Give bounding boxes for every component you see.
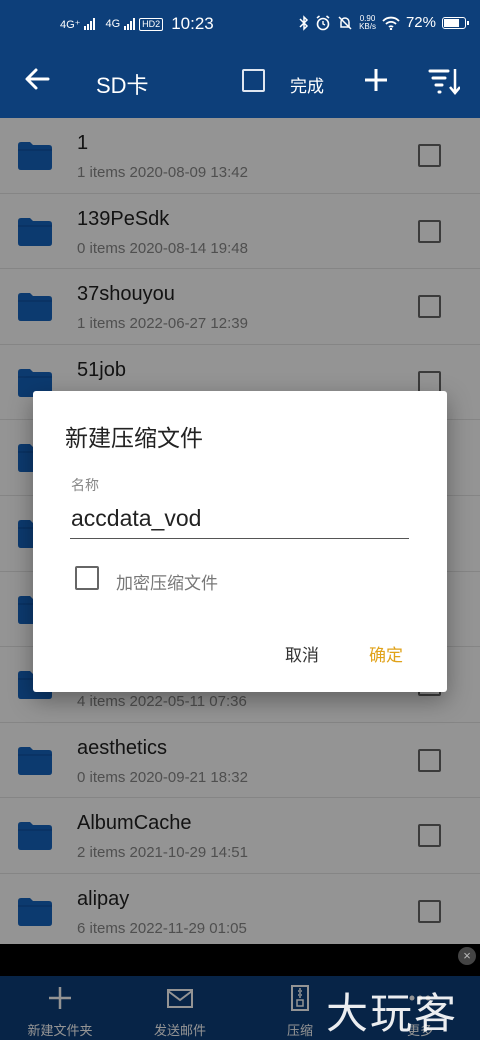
status-left: 4G⁺ 4G HD2 10:23 (60, 14, 214, 34)
done-button[interactable]: 完成 (290, 72, 324, 97)
alarm-icon (316, 14, 330, 30)
name-field-label: 名称 (71, 477, 99, 493)
watermark-logo: 大玩客 (326, 989, 459, 1038)
status-bar: 4G⁺ 4G HD2 10:23 0.90 KB/s 72% (0, 0, 480, 44)
battery-icon (442, 16, 469, 29)
signal-icon (84, 18, 96, 30)
toolbar-title: SD卡 (96, 73, 149, 98)
battery-percent: 72% (405, 14, 436, 31)
encrypt-checkbox[interactable] (75, 566, 99, 590)
ad-close-icon[interactable]: × (458, 947, 476, 965)
back-arrow-icon[interactable] (22, 64, 52, 94)
signal-icon (124, 18, 136, 30)
network-speed: 0.90 KB/s (359, 13, 376, 31)
status-right: 0.90 KB/s 72% (299, 13, 469, 31)
confirm-button[interactable]: 确定 (369, 641, 403, 666)
select-all-checkbox[interactable] (242, 69, 265, 92)
bluetooth-icon (299, 14, 309, 31)
network-type-2: 4G (105, 18, 121, 30)
mute-icon (338, 15, 352, 30)
new-archive-dialog: 新建压缩文件 名称 加密压缩文件 取消 确定 (33, 391, 447, 692)
clock-time: 10:23 (171, 14, 214, 33)
encrypt-checkbox-label[interactable]: 加密压缩文件 (116, 569, 218, 594)
cancel-button[interactable]: 取消 (285, 641, 319, 666)
wifi-icon (382, 16, 400, 30)
ad-banner: × (0, 944, 480, 976)
dialog-title: 新建压缩文件 (65, 425, 203, 451)
network-type-1: 4G⁺ (60, 18, 81, 31)
hd-badge: HD2 (139, 17, 164, 31)
top-toolbar: SD卡 完成 (0, 44, 480, 118)
archive-name-input[interactable] (70, 503, 409, 539)
add-icon[interactable] (364, 68, 388, 92)
sort-icon[interactable] (428, 66, 460, 96)
